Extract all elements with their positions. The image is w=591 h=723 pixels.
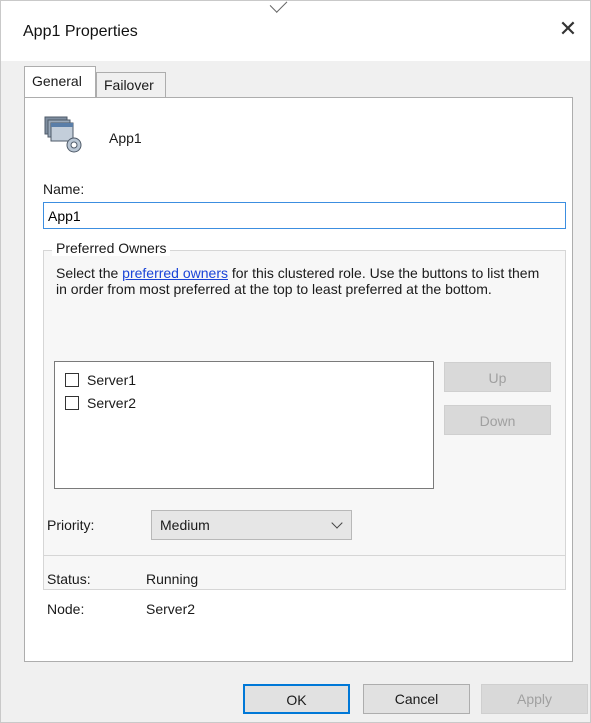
chevron-notch-icon [269, 0, 288, 13]
chevron-down-icon [331, 517, 343, 529]
node-label: Node: [47, 601, 85, 617]
preferred-owners-title: Preferred Owners [52, 240, 171, 256]
owner-row-server1[interactable]: Server1 [65, 370, 136, 390]
server1-label: Server1 [87, 372, 137, 388]
ok-button[interactable]: OK [243, 684, 350, 714]
owner-row-server2[interactable]: Server2 [65, 393, 136, 413]
owners-list[interactable]: Server1 Server2 [54, 361, 434, 489]
node-value: Server2 [146, 601, 196, 617]
apply-button[interactable]: Apply [481, 684, 588, 714]
tab-failover[interactable]: Failover [96, 72, 166, 98]
dialog-title: App1 Properties [23, 23, 138, 40]
name-label: Name: [43, 181, 85, 197]
app-name-text: App1 [109, 130, 142, 146]
divider [43, 555, 566, 556]
cancel-button[interactable]: Cancel [363, 684, 470, 714]
properties-dialog: App1 Properties ✕ General Failover App1 … [0, 0, 591, 723]
status-value: Running [146, 571, 199, 587]
close-button[interactable]: ✕ [556, 17, 580, 41]
priority-label: Priority: [47, 517, 95, 533]
server2-label: Server2 [87, 395, 137, 411]
server1-checkbox[interactable] [65, 373, 79, 387]
status-label: Status: [47, 571, 91, 587]
close-icon: ✕ [558, 16, 578, 41]
name-input[interactable] [43, 202, 566, 229]
tab-general[interactable]: General [24, 66, 96, 97]
server2-checkbox[interactable] [65, 396, 79, 410]
clustered-role-icon [41, 114, 85, 156]
description-prefix: Select the [56, 265, 123, 281]
preferred-owners-description: Select the preferred owners for this clu… [56, 265, 546, 297]
general-panel: App1 Name: Preferred Owners Select the p… [24, 97, 573, 662]
title-bar: App1 Properties ✕ [1, 0, 590, 61]
priority-selected-value: Medium [160, 517, 210, 533]
down-button[interactable]: Down [444, 405, 551, 435]
preferred-owners-link[interactable]: preferred owners [122, 265, 228, 281]
up-button[interactable]: Up [444, 362, 551, 392]
priority-select[interactable]: Medium [151, 510, 352, 540]
